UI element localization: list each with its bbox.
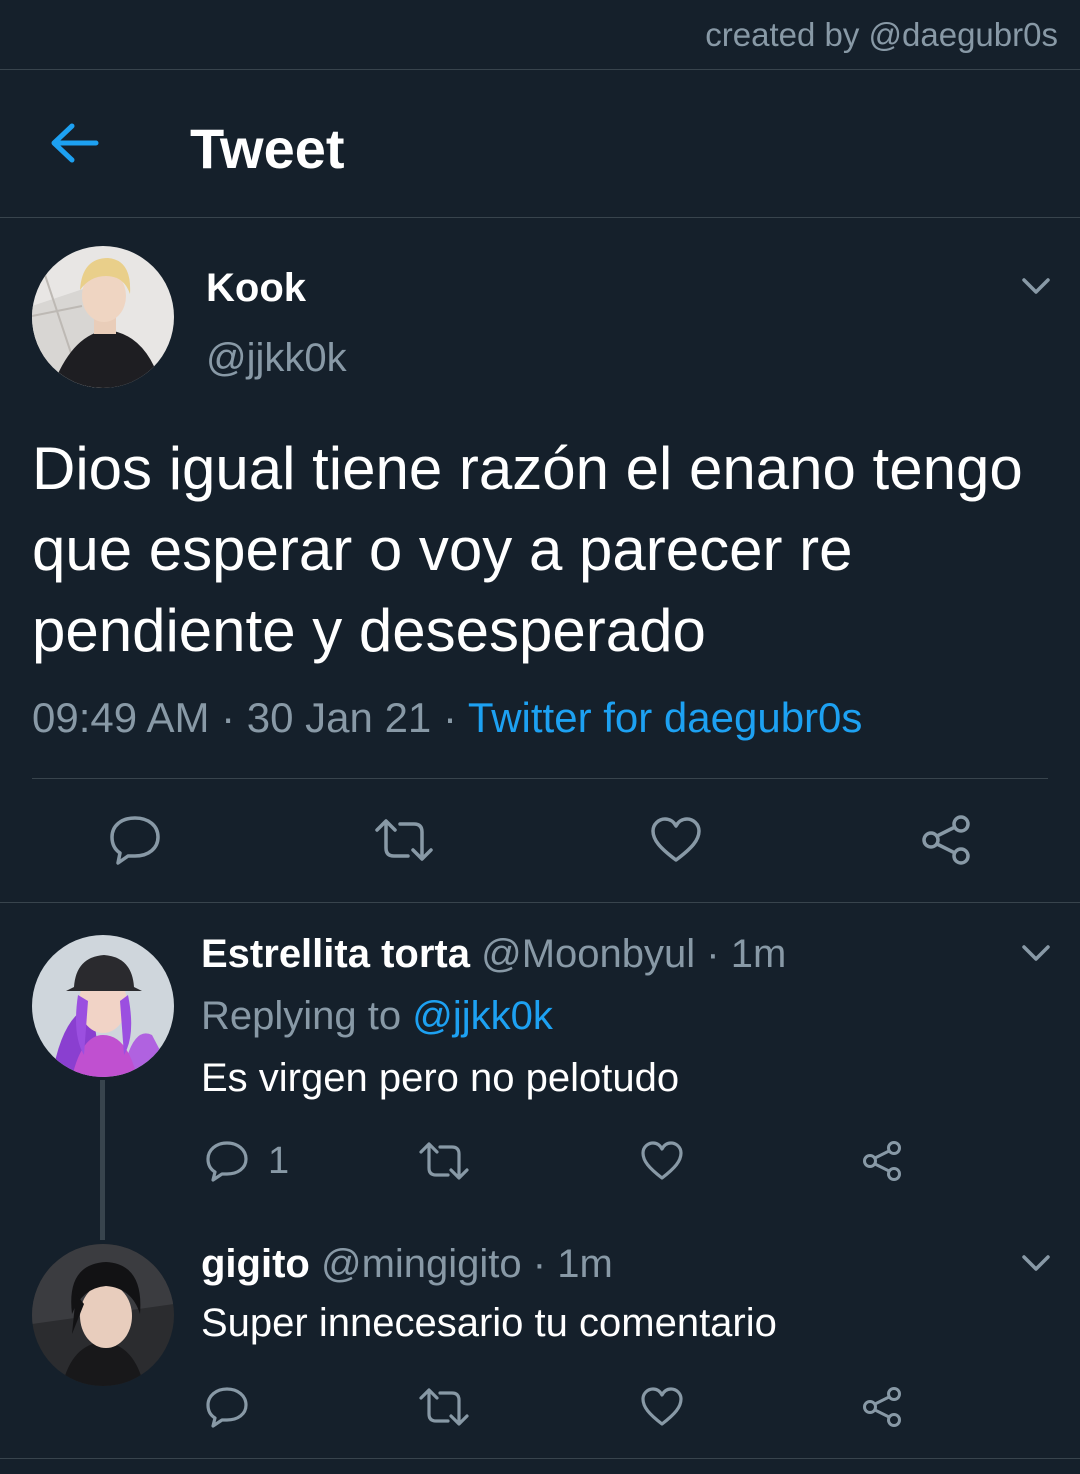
arrow-left-icon[interactable] (48, 120, 100, 166)
tweet-text: Dios igual tiene razón el enano tengo qu… (32, 435, 1023, 664)
divider (0, 1458, 1080, 1459)
like-icon[interactable] (650, 816, 702, 864)
reply-author-handle[interactable]: @mingigito (321, 1242, 522, 1286)
like-icon[interactable] (640, 1140, 684, 1182)
separator: · (442, 694, 468, 741)
replying-to-mention[interactable]: @jjkk0k (412, 994, 553, 1038)
chevron-down-icon[interactable] (1021, 277, 1051, 295)
tweet-detail-screen: created by @daegubr0s Tweet Kook @jjkk0k… (0, 0, 1080, 1474)
divider (0, 217, 1080, 218)
author-handle[interactable]: @jjkk0k (206, 336, 347, 381)
watermark: created by @daegubr0s (705, 16, 1058, 53)
reply-author-name[interactable]: gigito (201, 1242, 310, 1286)
page-title: Tweet (190, 117, 345, 180)
replying-to-label: Replying to (201, 994, 402, 1038)
chevron-down-icon[interactable] (1021, 1254, 1051, 1272)
separator: · (532, 1242, 558, 1286)
tweet-date: 30 Jan 21 (246, 694, 432, 741)
share-icon[interactable] (860, 1386, 904, 1428)
divider (0, 902, 1080, 903)
author-name[interactable]: Kook (206, 266, 306, 311)
reply-icon[interactable] (205, 1386, 249, 1428)
share-icon[interactable] (860, 1140, 904, 1182)
separator: · (221, 694, 247, 741)
tweet-meta: 09:49 AM · 30 Jan 21 · Twitter for daegu… (32, 694, 862, 742)
reply-avatar[interactable] (32, 1244, 174, 1386)
divider (32, 778, 1048, 779)
tweet-time: 09:49 AM (32, 694, 210, 741)
reply-icon[interactable] (108, 814, 162, 866)
share-icon[interactable] (919, 814, 973, 866)
reply-author-handle[interactable]: @Moonbyul (481, 932, 695, 976)
reply-text: Es virgen pero no pelotudo (201, 1056, 680, 1100)
reply-header: Estrellita torta @Moonbyul · 1m (201, 932, 786, 977)
reply-header: gigito @mingigito · 1m (201, 1242, 613, 1287)
separator: · (706, 932, 731, 976)
chevron-down-icon[interactable] (1021, 944, 1051, 962)
reply-author-name[interactable]: Estrellita torta (201, 932, 470, 976)
author-avatar[interactable] (32, 246, 174, 388)
reply-icon[interactable] (205, 1140, 249, 1182)
replying-to: Replying to @jjkk0k (201, 994, 553, 1039)
top-bar: Tweet (0, 70, 1080, 218)
retweet-icon[interactable] (418, 1388, 470, 1426)
reply-age: 1m (730, 932, 787, 976)
reply-avatar[interactable] (32, 935, 174, 1077)
reply-count: 1 (268, 1140, 290, 1182)
retweet-icon[interactable] (373, 818, 435, 862)
thread-line (100, 1080, 105, 1240)
reply-age: 1m (557, 1242, 613, 1286)
like-icon[interactable] (640, 1386, 684, 1428)
reply-text: Super innecesario tu comentario (201, 1301, 777, 1345)
tweet-source-link[interactable]: Twitter for daegubr0s (468, 694, 863, 741)
retweet-icon[interactable] (418, 1142, 470, 1180)
